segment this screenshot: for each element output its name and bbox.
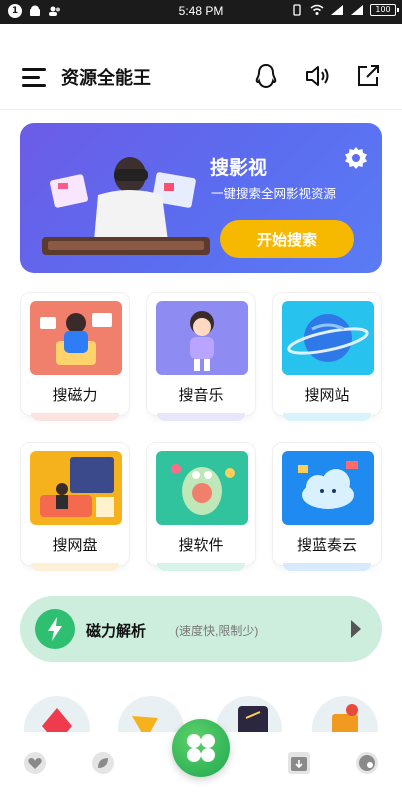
tile-label: 搜音乐 <box>178 387 224 404</box>
leaf-icon[interactable] <box>92 752 114 774</box>
banner-title: 搜影视 <box>210 158 268 179</box>
globe-illustration <box>282 301 374 375</box>
magnet-parse-subtitle: (速度快,限制少) <box>175 624 259 638</box>
tile-label: 搜蓝奏云 <box>296 537 357 554</box>
netdisk-illustration <box>30 451 122 525</box>
tile-label: 搜网站 <box>304 387 350 404</box>
software-illustration <box>156 451 248 525</box>
vibrate-icon <box>293 4 301 16</box>
status-bar: 1 5:48 PM 100 <box>0 0 402 24</box>
share-external-icon[interactable] <box>354 62 382 90</box>
play-arrow-icon <box>351 620 361 638</box>
profile-icon[interactable] <box>356 752 378 774</box>
magnet-parse-title: 磁力解析 <box>86 623 147 640</box>
app-header: 资源全能王 <box>0 24 402 110</box>
tile-search-software[interactable]: 搜软件 <box>146 442 256 571</box>
tile-label: 搜网盘 <box>52 537 98 554</box>
cloud-illustration <box>282 451 374 525</box>
banner-subtitle: 一键搜索全网影视资源 <box>211 187 337 201</box>
magnet-illustration <box>30 301 122 375</box>
tile-label: 搜软件 <box>178 537 224 554</box>
search-grid-row2: 搜网盘 搜软件 搜蓝奏云 <box>20 442 382 571</box>
lightning-icon <box>35 609 75 649</box>
clover-icon[interactable] <box>172 719 230 777</box>
start-search-button[interactable]: 开始搜索 <box>220 220 354 258</box>
wifi-icon <box>310 4 324 15</box>
signal-icon <box>331 5 343 15</box>
app-title: 资源全能王 <box>61 68 151 88</box>
tile-label: 搜磁力 <box>52 387 98 404</box>
tile-search-netdisk[interactable]: 搜网盘 <box>20 442 130 571</box>
menu-icon[interactable] <box>22 68 46 87</box>
gear-icon[interactable] <box>342 145 370 173</box>
search-grid-row1: 搜磁力 搜音乐 搜网站 <box>20 292 382 421</box>
tile-search-magnet[interactable]: 搜磁力 <box>20 292 130 421</box>
vr-keyboard-illustration <box>42 157 210 255</box>
magnet-parse-bar[interactable]: 磁力解析 (速度快,限制少) <box>20 596 382 662</box>
signal-icon-2 <box>351 5 363 15</box>
speaker-icon[interactable] <box>303 62 331 90</box>
video-search-banner[interactable]: 搜影视 一键搜索全网影视资源 开始搜索 <box>20 123 382 273</box>
tile-search-lanzou[interactable]: 搜蓝奏云 <box>272 442 382 571</box>
tile-search-music[interactable]: 搜音乐 <box>146 292 256 421</box>
qq-penguin-icon[interactable] <box>252 62 280 90</box>
download-box-icon[interactable] <box>288 752 310 774</box>
music-illustration <box>156 301 248 375</box>
battery-icon: 100 <box>370 4 399 16</box>
tile-search-website[interactable]: 搜网站 <box>272 292 382 421</box>
heart-icon[interactable] <box>24 752 46 774</box>
